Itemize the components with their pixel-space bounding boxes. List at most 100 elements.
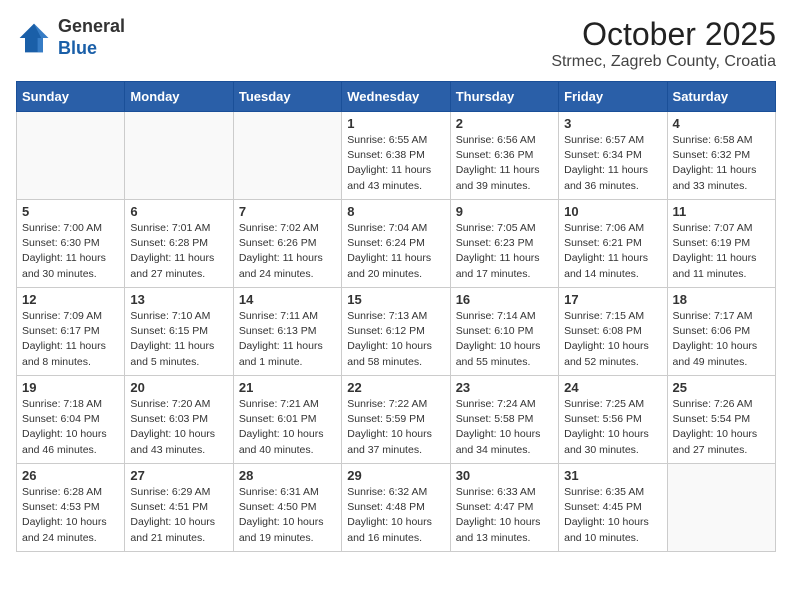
calendar-cell: 15 Sunrise: 7:13 AM Sunset: 6:12 PM Dayli… <box>342 288 450 376</box>
day-number: 4 <box>673 116 770 131</box>
day-number: 27 <box>130 468 227 483</box>
calendar-cell: 30 Sunrise: 6:33 AM Sunset: 4:47 PM Dayli… <box>450 464 558 552</box>
day-info: Sunrise: 6:55 AM Sunset: 6:38 PM Dayligh… <box>347 133 444 194</box>
calendar-week-row: 19 Sunrise: 7:18 AM Sunset: 6:04 PM Dayli… <box>17 376 776 464</box>
logo-general: General <box>58 16 125 36</box>
day-info: Sunrise: 7:15 AM Sunset: 6:08 PM Dayligh… <box>564 309 661 370</box>
logo: General Blue <box>16 16 125 59</box>
calendar-cell: 9Sunrise: 7:05 AM Sunset: 6:23 PM Daylig… <box>450 200 558 288</box>
weekday-header-sunday: Sunday <box>17 82 125 112</box>
day-number: 15 <box>347 292 444 307</box>
header: General Blue October 2025 Strmec, Zagreb… <box>16 16 776 71</box>
calendar-cell: 14 Sunrise: 7:11 AM Sunset: 6:13 PM Dayli… <box>233 288 341 376</box>
logo-icon <box>16 20 52 56</box>
calendar-cell: 25 Sunrise: 7:26 AM Sunset: 5:54 PM Dayli… <box>667 376 775 464</box>
calendar-cell: 7 Sunrise: 7:02 AM Sunset: 6:26 PM Daylig… <box>233 200 341 288</box>
day-info: Sunrise: 7:06 AM Sunset: 6:21 PM Dayligh… <box>564 221 661 282</box>
day-info: Sunrise: 7:21 AM Sunset: 6:01 PM Dayligh… <box>239 397 336 458</box>
day-number: 9 <box>456 204 553 219</box>
day-number: 14 <box>239 292 336 307</box>
day-info: Sunrise: 7:02 AM Sunset: 6:26 PM Dayligh… <box>239 221 336 282</box>
day-info: Sunrise: 7:25 AM Sunset: 5:56 PM Dayligh… <box>564 397 661 458</box>
day-number: 31 <box>564 468 661 483</box>
day-number: 2 <box>456 116 553 131</box>
day-info: Sunrise: 6:33 AM Sunset: 4:47 PM Dayligh… <box>456 485 553 546</box>
day-info: Sunrise: 7:13 AM Sunset: 6:12 PM Dayligh… <box>347 309 444 370</box>
day-info: Sunrise: 6:58 AM Sunset: 6:32 PM Dayligh… <box>673 133 770 194</box>
location-title: Strmec, Zagreb County, Croatia <box>551 53 776 71</box>
calendar-cell <box>125 112 233 200</box>
day-info: Sunrise: 7:10 AM Sunset: 6:15 PM Dayligh… <box>130 309 227 370</box>
calendar-cell <box>667 464 775 552</box>
day-number: 23 <box>456 380 553 395</box>
day-number: 16 <box>456 292 553 307</box>
logo-text: General Blue <box>58 16 125 59</box>
calendar-cell: 24 Sunrise: 7:25 AM Sunset: 5:56 PM Dayli… <box>559 376 667 464</box>
calendar-cell: 31 Sunrise: 6:35 AM Sunset: 4:45 PM Dayli… <box>559 464 667 552</box>
calendar: SundayMondayTuesdayWednesdayThursdayFrid… <box>16 81 776 552</box>
day-number: 12 <box>22 292 119 307</box>
day-info: Sunrise: 7:24 AM Sunset: 5:58 PM Dayligh… <box>456 397 553 458</box>
calendar-week-row: 12 Sunrise: 7:09 AM Sunset: 6:17 PM Dayli… <box>17 288 776 376</box>
calendar-cell: 22 Sunrise: 7:22 AM Sunset: 5:59 PM Dayli… <box>342 376 450 464</box>
day-info: Sunrise: 6:56 AM Sunset: 6:36 PM Dayligh… <box>456 133 553 194</box>
day-number: 6 <box>130 204 227 219</box>
calendar-cell: 27 Sunrise: 6:29 AM Sunset: 4:51 PM Dayli… <box>125 464 233 552</box>
day-number: 5 <box>22 204 119 219</box>
weekday-header-row: SundayMondayTuesdayWednesdayThursdayFrid… <box>17 82 776 112</box>
calendar-cell: 28 Sunrise: 6:31 AM Sunset: 4:50 PM Dayli… <box>233 464 341 552</box>
calendar-cell: 21 Sunrise: 7:21 AM Sunset: 6:01 PM Dayli… <box>233 376 341 464</box>
weekday-header-wednesday: Wednesday <box>342 82 450 112</box>
calendar-cell: 8 Sunrise: 7:04 AM Sunset: 6:24 PM Daylig… <box>342 200 450 288</box>
day-info: Sunrise: 7:26 AM Sunset: 5:54 PM Dayligh… <box>673 397 770 458</box>
day-number: 21 <box>239 380 336 395</box>
day-info: Sunrise: 7:09 AM Sunset: 6:17 PM Dayligh… <box>22 309 119 370</box>
calendar-cell: 29Sunrise: 6:32 AM Sunset: 4:48 PM Dayli… <box>342 464 450 552</box>
day-number: 26 <box>22 468 119 483</box>
day-number: 10 <box>564 204 661 219</box>
calendar-cell: 3Sunrise: 6:57 AM Sunset: 6:34 PM Daylig… <box>559 112 667 200</box>
day-info: Sunrise: 7:20 AM Sunset: 6:03 PM Dayligh… <box>130 397 227 458</box>
day-info: Sunrise: 6:29 AM Sunset: 4:51 PM Dayligh… <box>130 485 227 546</box>
day-number: 8 <box>347 204 444 219</box>
day-number: 24 <box>564 380 661 395</box>
calendar-cell <box>17 112 125 200</box>
calendar-cell: 10 Sunrise: 7:06 AM Sunset: 6:21 PM Dayli… <box>559 200 667 288</box>
weekday-header-tuesday: Tuesday <box>233 82 341 112</box>
weekday-header-saturday: Saturday <box>667 82 775 112</box>
title-area: October 2025 Strmec, Zagreb County, Croa… <box>551 16 776 71</box>
day-number: 28 <box>239 468 336 483</box>
day-info: Sunrise: 7:00 AM Sunset: 6:30 PM Dayligh… <box>22 221 119 282</box>
day-info: Sunrise: 6:35 AM Sunset: 4:45 PM Dayligh… <box>564 485 661 546</box>
calendar-cell: 18Sunrise: 7:17 AM Sunset: 6:06 PM Dayli… <box>667 288 775 376</box>
calendar-cell: 2 Sunrise: 6:56 AM Sunset: 6:36 PM Daylig… <box>450 112 558 200</box>
calendar-cell <box>233 112 341 200</box>
day-number: 7 <box>239 204 336 219</box>
calendar-week-row: 26 Sunrise: 6:28 AM Sunset: 4:53 PM Dayli… <box>17 464 776 552</box>
day-number: 20 <box>130 380 227 395</box>
day-number: 25 <box>673 380 770 395</box>
day-info: Sunrise: 7:01 AM Sunset: 6:28 PM Dayligh… <box>130 221 227 282</box>
weekday-header-monday: Monday <box>125 82 233 112</box>
day-info: Sunrise: 6:32 AM Sunset: 4:48 PM Dayligh… <box>347 485 444 546</box>
day-number: 30 <box>456 468 553 483</box>
day-info: Sunrise: 7:18 AM Sunset: 6:04 PM Dayligh… <box>22 397 119 458</box>
weekday-header-friday: Friday <box>559 82 667 112</box>
day-info: Sunrise: 6:28 AM Sunset: 4:53 PM Dayligh… <box>22 485 119 546</box>
calendar-cell: 4 Sunrise: 6:58 AM Sunset: 6:32 PM Daylig… <box>667 112 775 200</box>
day-info: Sunrise: 7:07 AM Sunset: 6:19 PM Dayligh… <box>673 221 770 282</box>
day-info: Sunrise: 7:22 AM Sunset: 5:59 PM Dayligh… <box>347 397 444 458</box>
calendar-cell: 23 Sunrise: 7:24 AM Sunset: 5:58 PM Dayli… <box>450 376 558 464</box>
day-number: 18 <box>673 292 770 307</box>
calendar-cell: 16Sunrise: 7:14 AM Sunset: 6:10 PM Dayli… <box>450 288 558 376</box>
logo-blue: Blue <box>58 38 97 58</box>
day-number: 22 <box>347 380 444 395</box>
day-number: 17 <box>564 292 661 307</box>
day-info: Sunrise: 6:31 AM Sunset: 4:50 PM Dayligh… <box>239 485 336 546</box>
calendar-week-row: 5 Sunrise: 7:00 AM Sunset: 6:30 PM Daylig… <box>17 200 776 288</box>
calendar-cell: 17 Sunrise: 7:15 AM Sunset: 6:08 PM Dayli… <box>559 288 667 376</box>
day-number: 19 <box>22 380 119 395</box>
day-info: Sunrise: 7:04 AM Sunset: 6:24 PM Dayligh… <box>347 221 444 282</box>
day-info: Sunrise: 7:11 AM Sunset: 6:13 PM Dayligh… <box>239 309 336 370</box>
day-number: 3 <box>564 116 661 131</box>
